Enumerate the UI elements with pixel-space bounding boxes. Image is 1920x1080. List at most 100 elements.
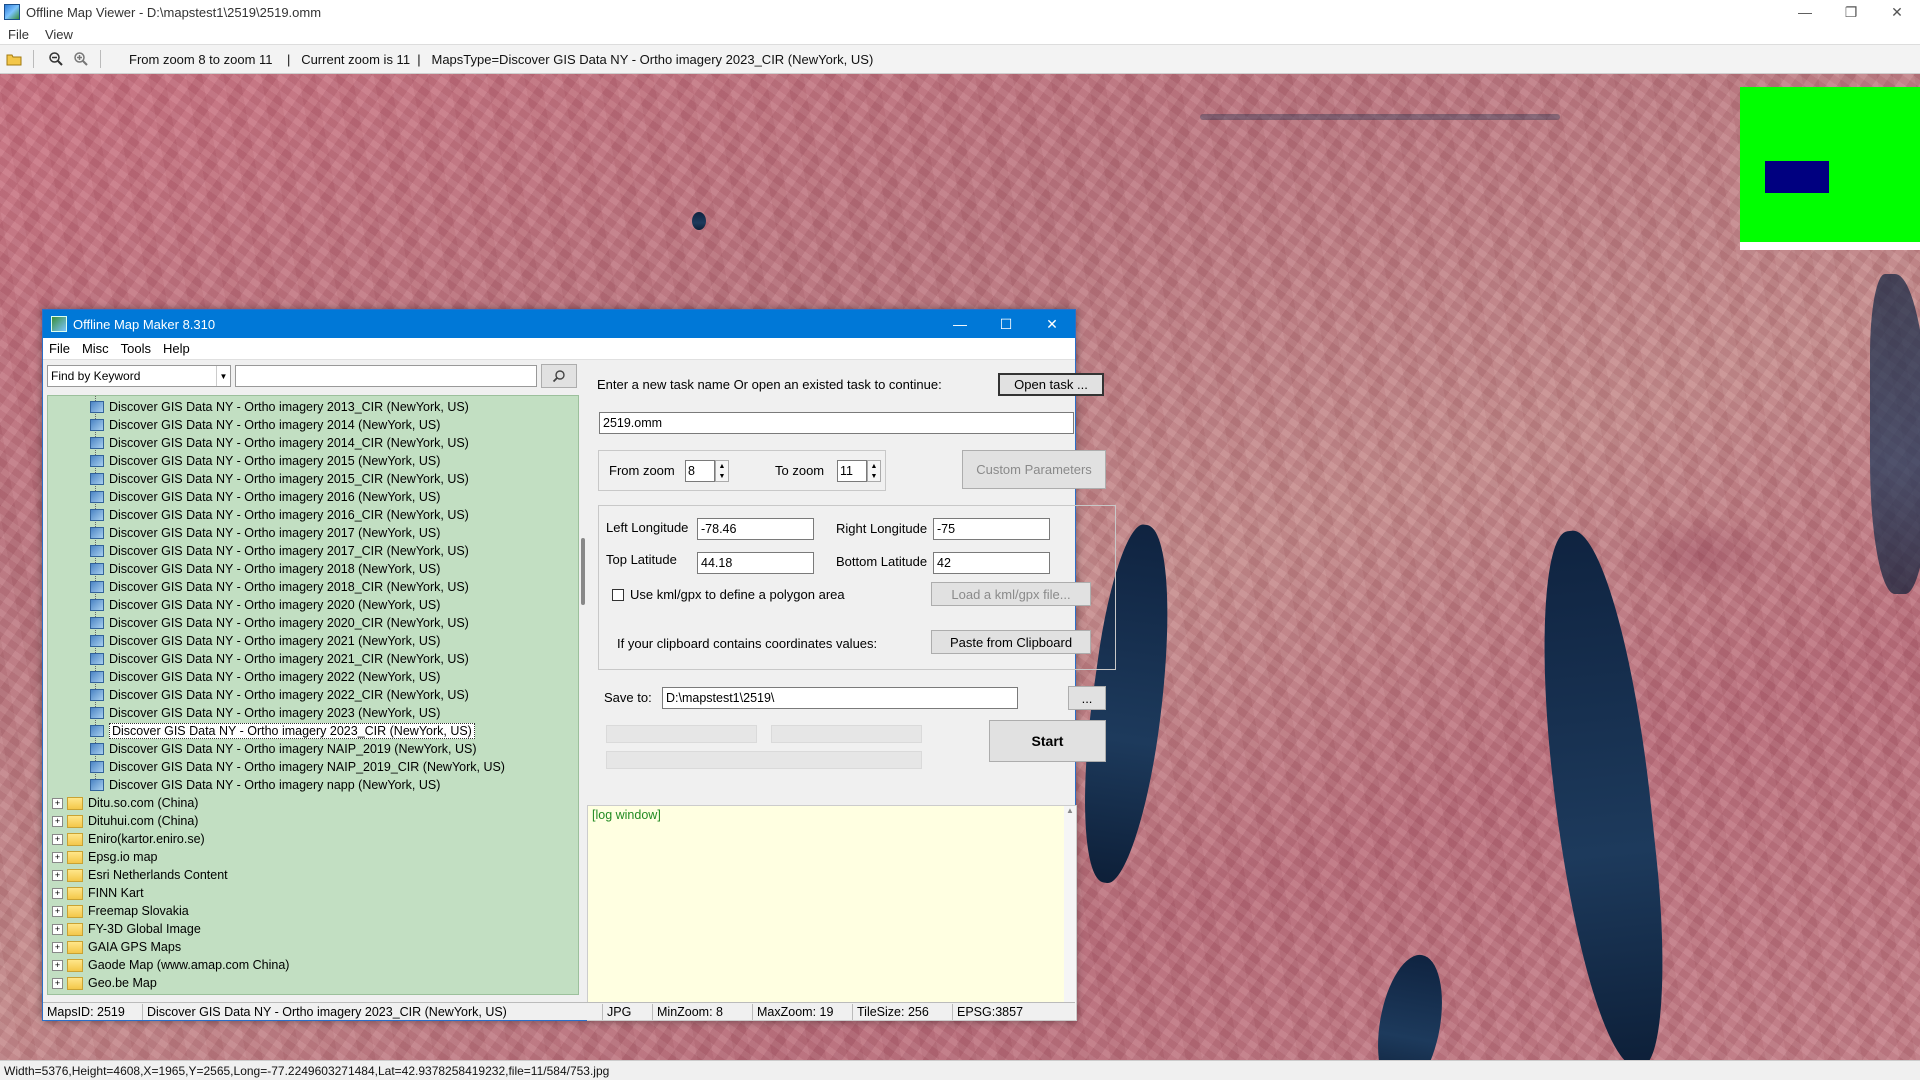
zoom-in-icon[interactable] [70,48,92,70]
to-zoom-value[interactable]: 11 [837,460,867,482]
lake-small [692,212,706,230]
tree-folder-item[interactable]: + Geo.be Map [52,974,157,992]
folder-icon [67,958,83,972]
expand-icon[interactable]: + [52,923,63,935]
tree-map-item[interactable]: Discover GIS Data NY - Ortho imagery 201… [90,398,469,416]
map-layer-icon [90,491,104,503]
paste-from-clipboard-button[interactable]: Paste from Clipboard [931,630,1091,654]
tree-map-item[interactable]: Discover GIS Data NY - Ortho imagery 202… [90,722,475,740]
tree-map-item[interactable]: Discover GIS Data NY - Ortho imagery 201… [90,416,440,434]
tree-map-item[interactable]: Discover GIS Data NY - Ortho imagery 201… [90,452,440,470]
open-task-button[interactable]: Open task ... [998,373,1104,396]
dialog-menu-file[interactable]: File [43,341,76,356]
log-scrollbar[interactable]: ▲▼ [1064,806,1076,1020]
expand-icon[interactable]: + [52,959,63,971]
tree-folder-item[interactable]: + Freemap Slovakia [52,902,189,920]
menu-file[interactable]: File [0,27,37,42]
find-by-select[interactable]: Find by Keyword ▼ [47,365,231,387]
tree-map-item[interactable]: Discover GIS Data NY - Ortho imagery 201… [90,560,440,578]
from-zoom-value[interactable]: 8 [685,460,715,482]
left-longitude-field[interactable]: -78.46 [697,518,814,540]
overview-minimap[interactable] [1740,87,1920,250]
expand-icon[interactable]: + [52,941,63,953]
tree-map-item[interactable]: Discover GIS Data NY - Ortho imagery 201… [90,488,440,506]
tree-folder-item[interactable]: + Gaode Map (www.amap.com China) [52,956,289,974]
expand-icon[interactable]: + [52,905,63,917]
tree-folder-item[interactable]: + FINN Kart [52,884,144,902]
status-tile-size: TileSize: 256 [853,1003,953,1020]
up-arrow-icon[interactable]: ▲ [868,461,880,471]
tree-folder-item[interactable]: + Dituhui.com (China) [52,812,198,830]
use-kml-checkbox[interactable] [612,589,624,601]
top-latitude-field[interactable]: 44.18 [697,552,814,574]
custom-parameters-button[interactable]: Custom Parameters [962,450,1106,489]
down-arrow-icon[interactable]: ▼ [716,471,728,481]
tree-item-label: Discover GIS Data NY - Ortho imagery 201… [109,580,469,594]
tree-map-item[interactable]: Discover GIS Data NY - Ortho imagery 202… [90,686,469,704]
browse-button[interactable]: ... [1068,686,1106,710]
tree-folder-item[interactable]: + Ditu.so.com (China) [52,794,198,812]
status-map-name: Discover GIS Data NY - Ortho imagery 202… [143,1003,603,1020]
tree-map-item[interactable]: Discover GIS Data NY - Ortho imagery NAI… [90,740,477,758]
expand-icon[interactable]: + [52,869,63,881]
tree-folder-item[interactable]: + Esri Netherlands Content [52,866,228,884]
expand-icon[interactable]: + [52,887,63,899]
expand-icon[interactable]: + [52,833,63,845]
tree-folder-item[interactable]: + Epsg.io map [52,848,157,866]
tree-map-item[interactable]: Discover GIS Data NY - Ortho imagery 201… [90,524,440,542]
tree-folder-item[interactable]: + GAIA GPS Maps [52,938,181,956]
down-arrow-icon[interactable]: ▼ [868,471,880,481]
tree-map-item[interactable]: Discover GIS Data NY - Ortho imagery 201… [90,470,469,488]
tree-map-item[interactable]: Discover GIS Data NY - Ortho imagery 202… [90,596,440,614]
dialog-minimize-button[interactable]: — [937,310,983,338]
river-north [1200,114,1560,120]
tree-map-item[interactable]: Discover GIS Data NY - Ortho imagery 202… [90,704,440,722]
search-button[interactable] [541,364,577,388]
dialog-menu-tools[interactable]: Tools [115,341,157,356]
expand-icon[interactable]: + [52,977,63,989]
zoom-out-icon[interactable] [45,48,67,70]
menu-view[interactable]: View [37,27,81,42]
tree-map-item[interactable]: Discover GIS Data NY - Ortho imagery 201… [90,434,469,452]
tree-map-item[interactable]: Discover GIS Data NY - Ortho imagery nap… [90,776,440,794]
tree-map-item[interactable]: Discover GIS Data NY - Ortho imagery 201… [90,578,469,596]
expand-icon[interactable]: + [52,815,63,827]
tree-map-item[interactable]: Discover GIS Data NY - Ortho imagery 201… [90,506,469,524]
log-window[interactable]: [log window] ▲▼ [587,805,1077,1021]
keyword-input[interactable] [235,365,537,387]
maximize-button[interactable]: ❐ [1828,0,1874,24]
map-layer-icon [90,563,104,575]
maps-tree[interactable]: Discover GIS Data NY - Ortho imagery 201… [47,395,579,995]
to-zoom-stepper[interactable]: 11 ▲ ▼ [837,460,881,482]
save-to-field[interactable]: D:\mapstest1\2519\ [662,687,1018,709]
bottom-latitude-field[interactable]: 42 [933,552,1050,574]
expand-icon[interactable]: + [52,797,63,809]
tree-map-item[interactable]: Discover GIS Data NY - Ortho imagery 202… [90,650,469,668]
dialog-maximize-button[interactable]: ☐ [983,310,1029,338]
map-layer-icon [90,707,104,719]
start-button[interactable]: Start [989,720,1106,762]
tree-map-item[interactable]: Discover GIS Data NY - Ortho imagery 202… [90,614,469,632]
expand-icon[interactable]: + [52,851,63,863]
dialog-menu-misc[interactable]: Misc [76,341,115,356]
dialog-close-button[interactable]: ✕ [1029,310,1075,338]
tree-map-item[interactable]: Discover GIS Data NY - Ortho imagery 201… [90,542,469,560]
close-button[interactable]: ✕ [1874,0,1920,24]
map-layer-icon [90,599,104,611]
minimap-viewport[interactable] [1765,161,1829,193]
tree-map-item[interactable]: Discover GIS Data NY - Ortho imagery 202… [90,632,440,650]
tree-scroll-thumb[interactable] [581,538,585,605]
from-zoom-stepper[interactable]: 8 ▲ ▼ [685,460,729,482]
up-arrow-icon[interactable]: ▲ [716,461,728,471]
tree-map-item[interactable]: Discover GIS Data NY - Ortho imagery 202… [90,668,440,686]
task-name-field[interactable]: 2519.omm [599,412,1074,434]
tree-folder-item[interactable]: + FY-3D Global Image [52,920,201,938]
tree-map-item[interactable]: Discover GIS Data NY - Ortho imagery NAI… [90,758,505,776]
dialog-statusbar: MapsID: 2519 Discover GIS Data NY - Orth… [43,1002,1075,1020]
tree-folder-item[interactable]: + Eniro(kartor.eniro.se) [52,830,205,848]
dialog-menu-help[interactable]: Help [157,341,196,356]
load-kml-button[interactable]: Load a kml/gpx file... [931,582,1091,606]
right-longitude-field[interactable]: -75 [933,518,1050,540]
minimize-button[interactable]: — [1782,0,1828,24]
open-folder-icon[interactable] [3,48,25,70]
